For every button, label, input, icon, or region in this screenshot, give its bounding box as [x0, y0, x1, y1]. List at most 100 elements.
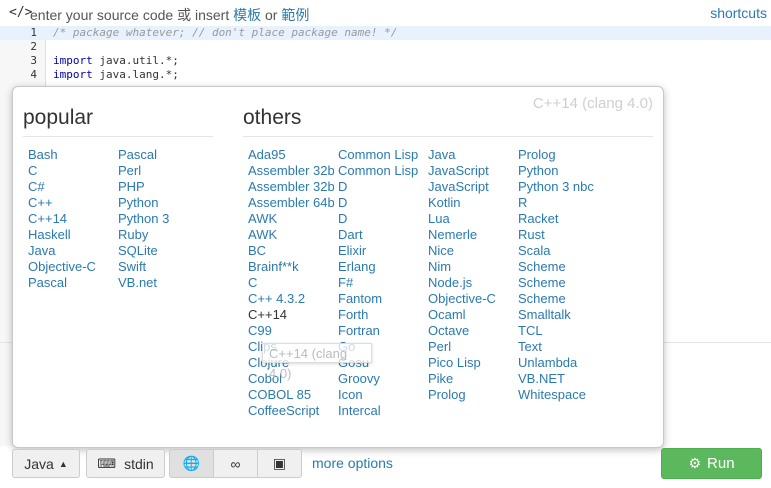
language-option[interactable]: Perl [118, 163, 204, 179]
language-option[interactable]: TCL [518, 323, 604, 339]
language-option[interactable]: C# [28, 179, 114, 195]
language-option[interactable]: Prolog [428, 387, 514, 403]
language-option[interactable]: Python 3 [118, 211, 204, 227]
language-option[interactable]: Icon [338, 387, 424, 403]
language-option[interactable]: Lua [428, 211, 514, 227]
language-select-button[interactable]: Java ▲ [12, 449, 80, 478]
language-option[interactable]: VB.net [118, 275, 204, 291]
language-option[interactable]: Nice [428, 243, 514, 259]
code-text: import java.lang.*; [53, 68, 179, 81]
language-option[interactable]: Unlambda [518, 355, 604, 371]
language-option[interactable]: D [338, 211, 424, 227]
template-link[interactable]: 模板 [233, 7, 261, 23]
glasses-icon: ∞ [230, 455, 241, 472]
language-option[interactable]: C++ 4.3.2 [248, 291, 334, 307]
language-option[interactable]: Objective-C [428, 291, 514, 307]
others-heading: others [243, 106, 302, 129]
language-option[interactable]: Whitespace [518, 387, 604, 403]
language-option[interactable]: Nim [428, 259, 514, 275]
language-option[interactable]: D [338, 195, 424, 211]
language-option[interactable]: F# [338, 275, 424, 291]
language-option[interactable]: C [248, 275, 334, 291]
language-option[interactable]: Python 3 nbc [518, 179, 604, 195]
language-option[interactable]: Assembler 32bit [248, 163, 334, 179]
more-options-link[interactable]: more options [312, 455, 393, 471]
language-option[interactable]: Fortran [338, 323, 424, 339]
line-number: 4 [30, 68, 37, 81]
language-option[interactable]: Forth [338, 307, 424, 323]
language-option[interactable]: Scala [518, 243, 604, 259]
language-option[interactable]: AWK [248, 227, 334, 243]
language-option[interactable]: Scheme [518, 259, 604, 275]
language-option[interactable]: Pascal [118, 147, 204, 163]
language-option[interactable]: Ocaml [428, 307, 514, 323]
language-option[interactable]: CoffeeScript [248, 403, 334, 419]
language-option[interactable]: Bash [28, 147, 114, 163]
language-option[interactable]: Haskell [28, 227, 114, 243]
code-text: /* package whatever; // don't place pack… [53, 26, 398, 39]
language-option[interactable]: PHP [118, 179, 204, 195]
language-option[interactable]: Text [518, 339, 604, 355]
language-option[interactable]: Java [428, 147, 514, 163]
language-option[interactable]: Assembler 32bit [248, 179, 334, 195]
language-option[interactable]: D [338, 179, 424, 195]
language-option[interactable]: Dart [338, 227, 424, 243]
language-option[interactable]: AWK [248, 211, 334, 227]
language-option[interactable]: Java [28, 243, 114, 259]
language-option[interactable]: Ada95 [248, 147, 334, 163]
language-option[interactable]: Groovy [338, 371, 424, 387]
code-line[interactable]: 4 import java.lang.*; [0, 68, 771, 82]
language-option[interactable]: SQLite [118, 243, 204, 259]
language-option[interactable]: Python [518, 163, 604, 179]
language-option[interactable]: Elixir [338, 243, 424, 259]
language-option[interactable]: Node.js [428, 275, 514, 291]
language-option[interactable]: Python [118, 195, 204, 211]
language-option[interactable]: Racket [518, 211, 604, 227]
language-option[interactable]: Assembler 64bit [248, 195, 334, 211]
shortcuts-link[interactable]: shortcuts [710, 5, 767, 21]
language-option[interactable]: Kotlin [428, 195, 514, 211]
public-visibility-button[interactable]: 🌐 [169, 449, 214, 478]
language-option[interactable]: Brainf**k [248, 259, 334, 275]
language-option[interactable]: JavaScript [428, 163, 514, 179]
language-option[interactable]: Pico Lisp [428, 355, 514, 371]
unlisted-visibility-button[interactable]: ∞ [213, 449, 258, 478]
language-option[interactable]: JavaScript [428, 179, 514, 195]
line-number: 2 [30, 40, 37, 53]
code-line[interactable]: 2 [0, 40, 771, 54]
language-option[interactable]: C99 [248, 323, 334, 339]
language-option[interactable]: Octave [428, 323, 514, 339]
language-option[interactable]: BC [248, 243, 334, 259]
language-option[interactable]: Pascal [28, 275, 114, 291]
language-option[interactable]: C++14 [28, 211, 114, 227]
language-option[interactable]: COBOL 85 [248, 387, 334, 403]
language-option[interactable]: Scheme [518, 275, 604, 291]
language-option[interactable]: C++14 [248, 307, 334, 323]
example-link[interactable]: 範例 [281, 7, 309, 23]
language-option[interactable]: C++ [28, 195, 114, 211]
language-option[interactable]: Pike [428, 371, 514, 387]
run-button[interactable]: ⚙ Run [661, 448, 762, 479]
language-option[interactable]: Objective-C [28, 259, 114, 275]
language-option[interactable]: Common Lisp [338, 163, 424, 179]
language-option[interactable]: Common Lisp [338, 147, 424, 163]
language-option[interactable]: Prolog [518, 147, 604, 163]
language-option[interactable]: Fantom [338, 291, 424, 307]
code-line[interactable]: 1 /* package whatever; // don't place pac… [0, 26, 771, 40]
private-visibility-button[interactable]: ▣ [257, 449, 302, 478]
language-option[interactable]: Smalltalk [518, 307, 604, 323]
language-option[interactable]: Ruby [118, 227, 204, 243]
language-option[interactable]: Swift [118, 259, 204, 275]
language-option[interactable]: Rust [518, 227, 604, 243]
language-option[interactable]: R [518, 195, 604, 211]
code-line[interactable]: 3 import java.util.*; [0, 54, 771, 68]
language-option[interactable]: VB.NET [518, 371, 604, 387]
language-option[interactable]: Perl [428, 339, 514, 355]
language-option[interactable]: Scheme [518, 291, 604, 307]
language-option[interactable]: C [28, 163, 114, 179]
popular-divider [23, 136, 213, 137]
stdin-button[interactable]: ⌨ stdin [86, 449, 165, 478]
language-option[interactable]: Intercal [338, 403, 424, 419]
language-option[interactable]: Erlang [338, 259, 424, 275]
language-option[interactable]: Nemerle [428, 227, 514, 243]
